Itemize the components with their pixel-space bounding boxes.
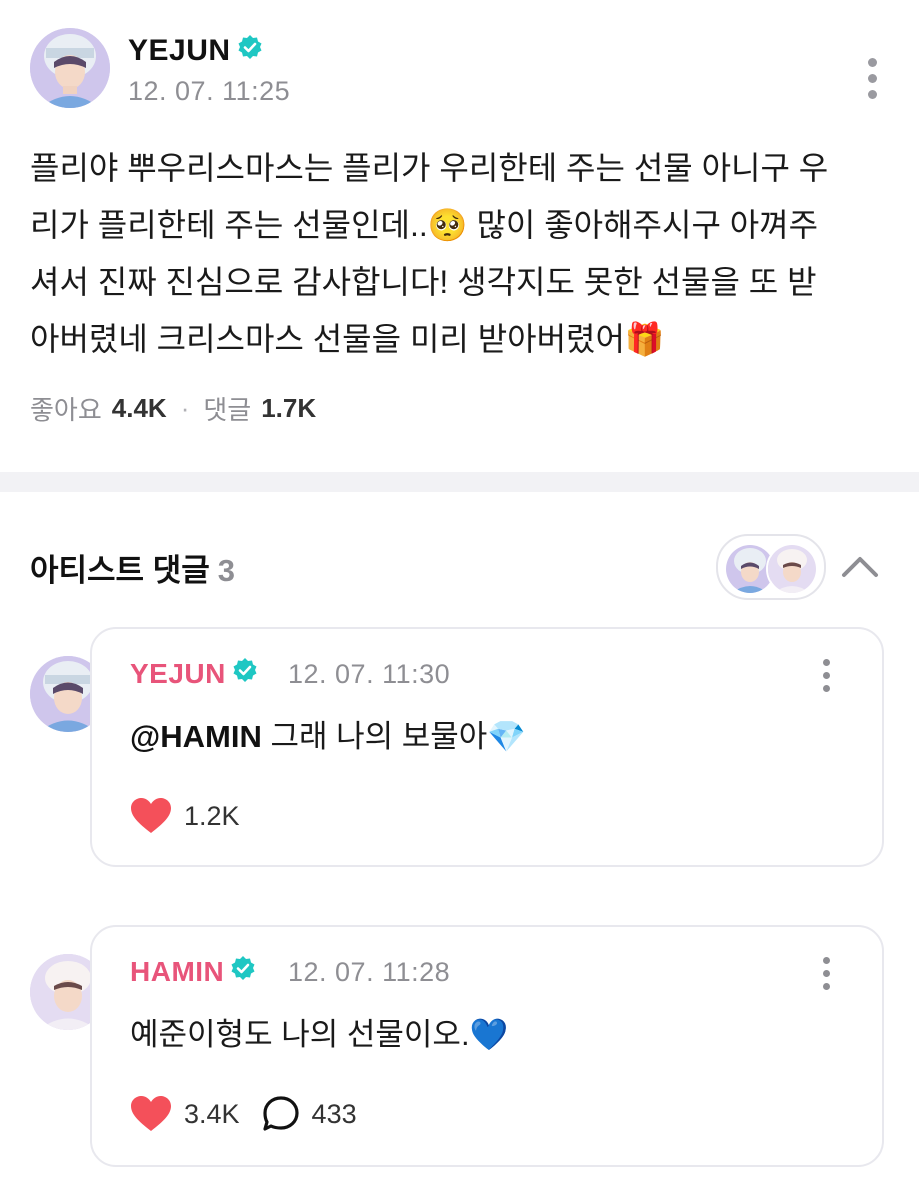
artist-avatar-stack[interactable] bbox=[716, 534, 826, 600]
comment-text: 예준이형도 나의 선물이오.💙 bbox=[130, 1009, 508, 1054]
post-body: 플리야 뿌우리스마스는 플리가 우리한테 주는 선물 아니구 우 리가 플리한테… bbox=[30, 140, 890, 368]
artist-comments-label: 아티스트 댓글 bbox=[30, 553, 210, 588]
mention-link[interactable]: @HAMIN bbox=[130, 719, 262, 754]
verified-badge-icon bbox=[237, 34, 263, 68]
comments-label: 댓글 bbox=[203, 395, 252, 425]
post-header: YEJUN 12. 07. 11:25 bbox=[30, 28, 890, 118]
like-button[interactable]: 3.4K bbox=[130, 1095, 240, 1133]
comment-actions: 1.2K bbox=[130, 797, 240, 835]
like-count: 3.4K bbox=[184, 1098, 240, 1129]
reply-count: 433 bbox=[311, 1098, 357, 1129]
post-stats: 좋아요 4.4K · 댓글 1.7K bbox=[30, 390, 316, 427]
post-more-icon[interactable] bbox=[858, 58, 888, 108]
post-author-name[interactable]: YEJUN bbox=[128, 34, 263, 68]
likes-label: 좋아요 bbox=[30, 395, 102, 425]
comment-actions: 3.4K 433 bbox=[130, 1095, 357, 1133]
comment-author-name[interactable]: HAMIN bbox=[130, 955, 256, 988]
post-body-line: 리가 플리한테 주는 선물인데..🥺 많이 좋아해주시구 아껴주 bbox=[30, 207, 819, 243]
artist-comment-card: HAMIN 12. 07. 11:28 예준이형도 나의 선물이오.💙 3.4K… bbox=[90, 925, 884, 1167]
post-timestamp: 12. 07. 11:25 bbox=[128, 76, 291, 106]
comment-body: 예준이형도 나의 선물이오.💙 bbox=[130, 1017, 509, 1052]
verified-badge-icon bbox=[232, 657, 258, 690]
likes-count[interactable]: 4.4K bbox=[112, 393, 167, 424]
artist-comments-count: 3 bbox=[217, 553, 235, 588]
post-author-label: YEJUN bbox=[128, 34, 231, 67]
section-divider bbox=[0, 472, 919, 492]
speech-bubble-icon bbox=[262, 1096, 299, 1131]
post-body-line: 셔서 진짜 진심으로 감사합니다! 생각지도 못한 선물을 또 받 bbox=[30, 264, 817, 300]
chevron-up-icon[interactable] bbox=[838, 545, 882, 585]
heart-icon bbox=[131, 1096, 171, 1131]
verified-badge-icon bbox=[230, 955, 256, 988]
yejun-avatar[interactable] bbox=[30, 28, 110, 108]
comment-text: @HAMIN 그래 나의 보물아💎 bbox=[130, 711, 526, 756]
post-body-line: 플리야 뿌우리스마스는 플리가 우리한테 주는 선물 아니구 우 bbox=[30, 150, 829, 186]
comments-count[interactable]: 1.7K bbox=[261, 393, 316, 424]
comment-timestamp: 12. 07. 11:28 bbox=[288, 957, 451, 987]
comment-author-label: YEJUN bbox=[130, 657, 226, 689]
comment-more-icon[interactable] bbox=[812, 955, 842, 1005]
like-button[interactable]: 1.2K bbox=[130, 797, 240, 835]
heart-icon bbox=[131, 798, 171, 833]
comment-timestamp: 12. 07. 11:30 bbox=[288, 659, 451, 689]
post-body-line: 아버렸네 크리스마스 선물을 미리 받아버렸어🎁 bbox=[30, 321, 665, 357]
hamin-mini-avatar bbox=[766, 543, 818, 595]
like-count: 1.2K bbox=[184, 800, 240, 831]
artist-comments-title: 아티스트 댓글 3 bbox=[30, 545, 235, 590]
reply-button[interactable]: 433 bbox=[262, 1095, 357, 1133]
comment-body: 그래 나의 보물아💎 bbox=[261, 719, 526, 754]
comment-more-icon[interactable] bbox=[812, 657, 842, 707]
comment-author-label: HAMIN bbox=[130, 955, 225, 987]
comment-author-name[interactable]: YEJUN bbox=[130, 657, 258, 690]
artist-comment-card: YEJUN 12. 07. 11:30 @HAMIN 그래 나의 보물아💎 1.… bbox=[90, 627, 884, 867]
stats-separator: · bbox=[180, 393, 190, 423]
